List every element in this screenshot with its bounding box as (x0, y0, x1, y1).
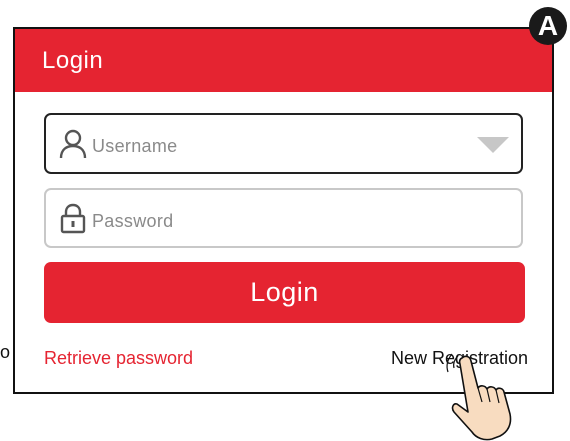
username-field[interactable]: Username (44, 113, 523, 174)
login-dialog: Login Username Password Login Retrieve p… (13, 27, 554, 394)
lock-icon (58, 202, 88, 234)
dialog-title: Login (42, 46, 104, 74)
pointing-hand-icon (446, 353, 512, 441)
username-placeholder: Username (92, 136, 178, 156)
password-field[interactable]: Password (44, 188, 523, 248)
step-badge: A (529, 7, 567, 45)
user-icon (58, 128, 88, 160)
password-placeholder: Password (92, 210, 174, 231)
title-bar: Login (15, 29, 552, 92)
stage: o Login Username Password Login Retrieve… (0, 0, 570, 441)
login-button[interactable]: Login (44, 262, 525, 323)
chevron-down-icon[interactable] (477, 137, 509, 153)
retrieve-password-link[interactable]: Retrieve password (44, 348, 193, 369)
truncated-text: o (0, 342, 11, 362)
